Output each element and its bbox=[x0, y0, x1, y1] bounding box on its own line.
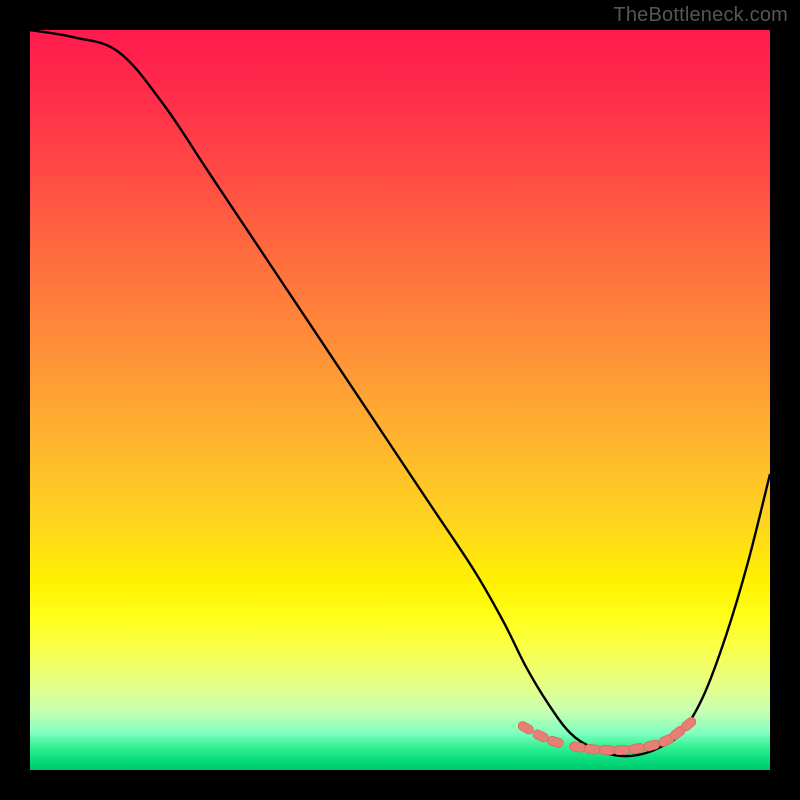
optimal-marker bbox=[584, 744, 601, 755]
optimal-marker bbox=[643, 739, 661, 752]
attribution-label: TheBottleneck.com bbox=[613, 4, 788, 27]
optimal-marker bbox=[531, 728, 549, 743]
curve-layer bbox=[30, 30, 770, 770]
optimal-range-markers bbox=[517, 716, 698, 755]
chart-container: TheBottleneck.com bbox=[0, 0, 800, 800]
optimal-marker bbox=[599, 745, 615, 754]
optimal-marker bbox=[517, 720, 535, 736]
optimal-marker bbox=[546, 735, 564, 748]
optimal-marker bbox=[628, 743, 645, 754]
plot-area bbox=[30, 30, 770, 770]
bottleneck-curve bbox=[30, 30, 770, 756]
optimal-marker bbox=[614, 745, 630, 755]
